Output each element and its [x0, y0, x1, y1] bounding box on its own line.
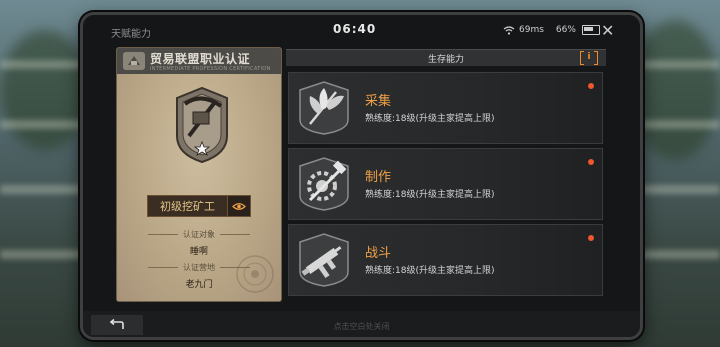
profession-certificate: 贸易联盟职业认证 INTERMEDIATE PROFESSION CERTIFI…	[116, 47, 282, 302]
close-icon[interactable]: ✕	[601, 21, 614, 40]
herb-leaf-icon	[299, 81, 349, 135]
view-button[interactable]	[228, 195, 251, 217]
panel-title: 生存能力	[427, 55, 464, 65]
skill-card-gathering[interactable]: 采集 熟练度:18级(升级主家提高上限)	[288, 72, 603, 144]
bottom-bar: 点击空白处关闭	[83, 311, 640, 337]
panel-header: 生存能力 i	[286, 49, 606, 66]
seal-stamp-icon	[236, 255, 274, 293]
notification-dot	[588, 235, 594, 241]
alliance-logo-icon	[123, 52, 145, 70]
wifi-icon	[503, 25, 515, 35]
eye-icon	[232, 202, 246, 210]
phone-frame: 天赋能力 06:40 69ms 66% ✕ 贸易联盟职业认证 INTERMEDI…	[80, 12, 643, 340]
app-name: 天赋能力	[111, 29, 151, 40]
skill-proficiency: 熟练度:18级(升级主家提高上限)	[365, 114, 495, 124]
rank-label: 初级挖矿工	[147, 195, 228, 217]
pickaxe-badge-icon	[176, 86, 228, 164]
battery-percent: 66%	[555, 25, 576, 35]
certificate-target: 认证对象 睡啊	[117, 229, 281, 257]
clock-time: 06:40	[333, 22, 377, 36]
notification-dot	[588, 83, 594, 89]
skill-proficiency: 熟练度:18级(升级主家提高上限)	[365, 266, 495, 276]
status-indicators: 69ms 66%	[503, 25, 600, 35]
info-button[interactable]: i	[580, 51, 598, 65]
rank-bar: 初级挖矿工	[147, 195, 251, 217]
battery-icon	[581, 25, 600, 35]
skill-card-combat[interactable]: 战斗 熟练度:18级(升级主家提高上限)	[288, 224, 603, 296]
ping-value: 69ms	[519, 25, 544, 35]
gear-hammer-icon	[299, 157, 349, 211]
certificate-subtitle: INTERMEDIATE PROFESSION CERTIFICATION	[150, 66, 271, 72]
status-bar: 天赋能力 06:40 69ms 66% ✕	[83, 15, 640, 45]
notification-dot	[588, 159, 594, 165]
skill-name: 采集	[365, 94, 392, 109]
skill-proficiency: 熟练度:18级(升级主家提高上限)	[365, 190, 495, 200]
skill-name: 战斗	[365, 246, 392, 261]
smg-gun-icon	[299, 233, 349, 287]
skill-name: 制作	[365, 170, 392, 185]
close-hint: 点击空白处关闭	[333, 322, 390, 331]
skill-card-crafting[interactable]: 制作 熟练度:18级(升级主家提高上限)	[288, 148, 603, 220]
certificate-header: 贸易联盟职业认证 INTERMEDIATE PROFESSION CERTIFI…	[117, 48, 281, 74]
certificate-title: 贸易联盟职业认证	[150, 52, 251, 66]
target-label: 认证对象	[117, 229, 281, 240]
